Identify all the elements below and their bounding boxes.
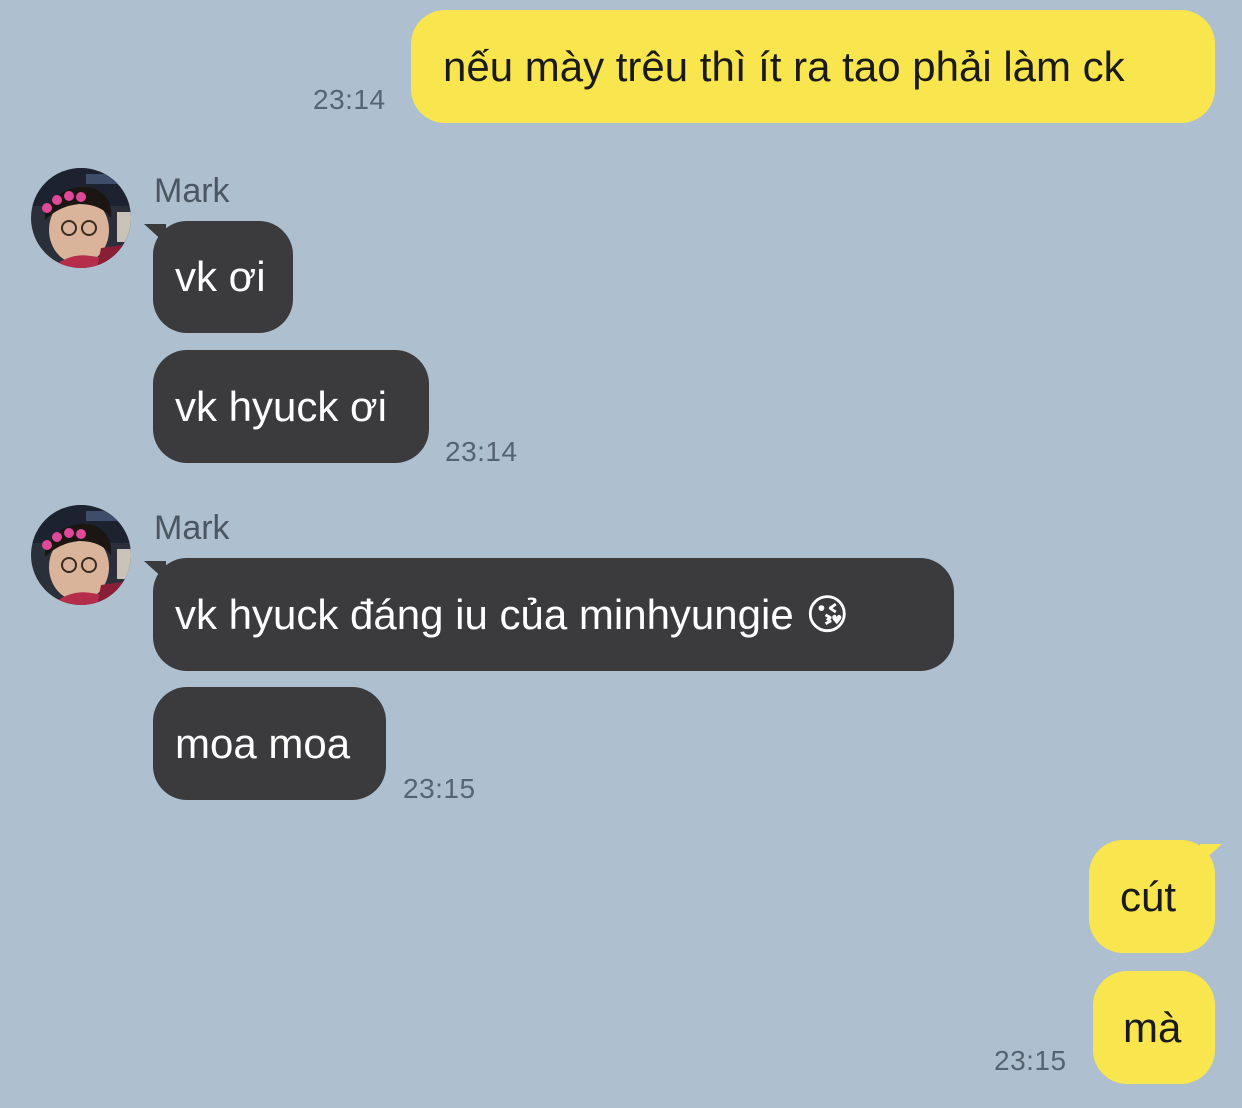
chat-area[interactable]: 23:14 nếu mày trêu thì ít ra tao phải là…	[0, 0, 1242, 1108]
timestamp: 23:15	[403, 773, 476, 804]
profile-photo-avatar-icon	[31, 505, 131, 605]
timestamp: 23:15	[994, 1045, 1067, 1076]
message-text: vk hyuck ơi	[175, 382, 387, 430]
outgoing-message-bubble[interactable]: nếu mày trêu thì ít ra tao phải làm ck	[411, 10, 1215, 123]
avatar[interactable]	[31, 168, 131, 268]
outgoing-message-bubble[interactable]: cút	[1089, 840, 1215, 953]
incoming-message-bubble[interactable]: vk ơi	[153, 221, 293, 333]
avatar[interactable]	[31, 505, 131, 605]
message-text: moa moa	[175, 719, 351, 767]
message-text: cút	[1120, 872, 1177, 920]
outgoing-message-bubble[interactable]: mà	[1093, 971, 1215, 1084]
timestamp: 23:14	[313, 84, 386, 115]
timestamp: 23:14	[445, 436, 518, 467]
incoming-message-bubble[interactable]: moa moa	[153, 687, 386, 800]
message-text: nếu mày trêu thì ít ra tao phải làm ck	[443, 42, 1125, 90]
message-text: vk hyuck đáng iu của minhyungie 😘	[175, 590, 850, 638]
profile-photo-avatar-icon	[31, 168, 131, 268]
incoming-message-bubble[interactable]: vk hyuck đáng iu của minhyungie 😘	[153, 558, 954, 671]
sender-name: Mark	[154, 172, 230, 210]
incoming-message-bubble[interactable]: vk hyuck ơi	[153, 350, 429, 463]
sender-name: Mark	[154, 509, 230, 547]
message-text: mà	[1123, 1003, 1182, 1051]
message-text: vk ơi	[175, 253, 266, 300]
